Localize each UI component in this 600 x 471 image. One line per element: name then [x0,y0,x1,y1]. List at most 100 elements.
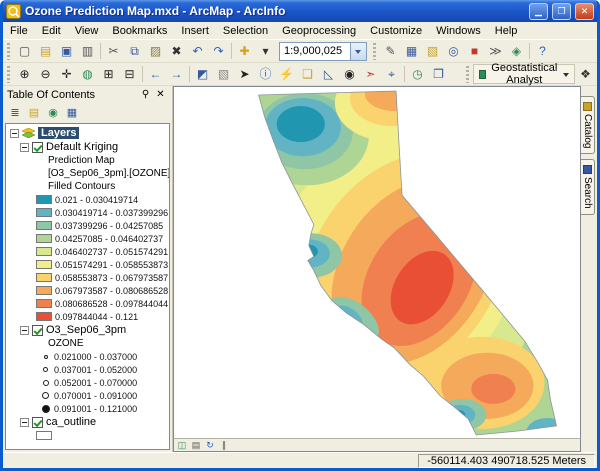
menu-view[interactable]: View [68,23,106,39]
layers-group-label[interactable]: Layers [38,127,80,139]
map-scale-combo[interactable]: 1:9,000,025 [279,41,367,61]
point-symbol-icon[interactable] [40,404,51,413]
o3-points-checkbox[interactable] [32,324,43,336]
python-window-button[interactable]: ≫ [485,41,506,62]
map-scale-dropdown-button[interactable] [350,42,366,60]
toc-header[interactable]: Table Of Contents ⚲ ✕ [5,86,170,103]
go-to-xy-button[interactable]: ⌖ [381,64,402,85]
refresh-view-button[interactable]: ↻ [203,439,217,451]
legend-color-swatch[interactable] [36,299,52,308]
toc-pin-icon[interactable]: ⚲ [138,88,153,102]
find-button[interactable]: ◉ [339,64,360,85]
legend-color-swatch[interactable] [36,286,52,295]
back-extent-button[interactable]: ← [145,64,166,85]
close-button[interactable]: ✕ [575,2,594,20]
menu-insert[interactable]: Insert [174,23,216,39]
menu-help[interactable]: Help [488,23,525,39]
layers-expander[interactable] [10,128,19,138]
hyperlink-tool[interactable]: ⚡ [276,64,297,85]
menu-bookmarks[interactable]: Bookmarks [105,23,174,39]
map-scale-value[interactable]: 1:9,000,025 [280,45,350,57]
add-data-button[interactable]: ✚ [234,41,255,62]
pause-drawing-button[interactable]: ∥ [217,439,231,451]
minimize-button[interactable]: ▁ [529,2,548,20]
select-elements-tool[interactable]: ➤ [234,64,255,85]
menu-windows[interactable]: Windows [429,23,488,39]
ca-outline-expander[interactable] [20,417,29,427]
toolbar-grip[interactable] [373,42,376,60]
fixed-zoom-out-button[interactable]: ⊟ [119,64,140,85]
data-view-button[interactable]: ◫ [175,439,189,451]
forward-extent-button[interactable]: → [166,64,187,85]
o3-points-label[interactable]: O3_Sep06_3pm [46,324,126,336]
layout-view-button[interactable]: ▤ [189,439,203,451]
zoom-in-tool[interactable]: ⊕ [14,64,35,85]
tab-catalog[interactable]: Catalog [581,96,595,155]
tab-search[interactable]: Search [581,159,595,216]
map-view[interactable] [173,86,581,438]
model-builder-button[interactable]: ◈ [506,41,527,62]
table-of-contents-button[interactable]: ▦ [401,41,422,62]
clear-selection-button[interactable]: ▧ [213,64,234,85]
legend-color-swatch[interactable] [36,221,52,230]
legend-color-swatch[interactable] [36,260,52,269]
list-by-visibility-button[interactable]: ◉ [44,104,62,122]
measure-tool[interactable]: ◺ [318,64,339,85]
undo-button[interactable]: ↶ [187,41,208,62]
pan-tool[interactable]: ✛ [56,64,77,85]
arctoolbox-button[interactable]: ■ [464,41,485,62]
full-extent-button[interactable]: ◍ [77,64,98,85]
legend-color-swatch[interactable] [36,247,52,256]
paste-button[interactable]: ▨ [145,41,166,62]
menu-selection[interactable]: Selection [216,23,275,39]
o3-points-expander[interactable] [20,325,29,335]
toolbar-grip[interactable] [7,42,10,60]
copy-button[interactable]: ⧉ [124,41,145,62]
save-button[interactable]: ▣ [56,41,77,62]
point-symbol-icon[interactable] [40,367,51,372]
default-kriging-expander[interactable] [20,142,29,152]
zoom-out-tool[interactable]: ⊖ [35,64,56,85]
redo-button[interactable]: ↷ [208,41,229,62]
catalog-window-button[interactable]: ▧ [422,41,443,62]
delete-button[interactable]: ✖ [166,41,187,62]
list-by-source-button[interactable]: ▤ [25,104,43,122]
time-slider-button[interactable]: ◷ [407,64,428,85]
identify-tool[interactable]: ⓘ [255,64,276,85]
editor-toolbar-button[interactable]: ✎ [380,41,401,62]
toolbar-grip[interactable] [466,65,469,83]
find-route-button[interactable]: ➣ [360,64,381,85]
maximize-button[interactable]: ❐ [552,2,571,20]
ca-outline-swatch[interactable] [36,431,52,440]
geostatistical-analyst-menu-button[interactable]: Geostatistical Analyst [473,62,575,86]
menu-customize[interactable]: Customize [363,23,429,39]
title-bar[interactable]: Ozone Prediction Map.mxd - ArcMap - ArcI… [3,0,597,22]
open-button[interactable]: ▤ [35,41,56,62]
cut-button[interactable]: ✂ [103,41,124,62]
default-kriging-checkbox[interactable] [32,141,43,153]
legend-color-swatch[interactable] [36,273,52,282]
legend-color-swatch[interactable] [36,312,52,321]
legend-color-swatch[interactable] [36,195,52,204]
menu-edit[interactable]: Edit [35,23,68,39]
menu-geoprocessing[interactable]: Geoprocessing [275,23,363,39]
default-kriging-label[interactable]: Default Kriging [46,141,118,153]
ga-explore-data-button[interactable]: ❖ [575,64,596,94]
viewer-window-button[interactable]: ❐ [428,64,449,85]
select-features-tool[interactable]: ◩ [192,64,213,85]
ca-outline-label[interactable]: ca_outline [46,416,96,428]
fixed-zoom-in-button[interactable]: ⊞ [98,64,119,85]
point-symbol-icon[interactable] [40,392,51,399]
search-window-button[interactable]: ◎ [443,41,464,62]
html-popup-tool[interactable]: ❑ [297,64,318,85]
add-data-dropdown-button[interactable]: ▾ [255,41,276,62]
toolbar-grip[interactable] [7,65,10,83]
new-map-button[interactable]: ▢ [14,41,35,62]
point-symbol-icon[interactable] [40,354,51,359]
list-by-drawing-order-button[interactable]: ≣ [6,104,24,122]
list-by-selection-button[interactable]: ▦ [63,104,81,122]
legend-color-swatch[interactable] [36,208,52,217]
toc-close-icon[interactable]: ✕ [153,88,168,102]
print-button[interactable]: ▥ [77,41,98,62]
ca-outline-checkbox[interactable] [32,416,43,428]
